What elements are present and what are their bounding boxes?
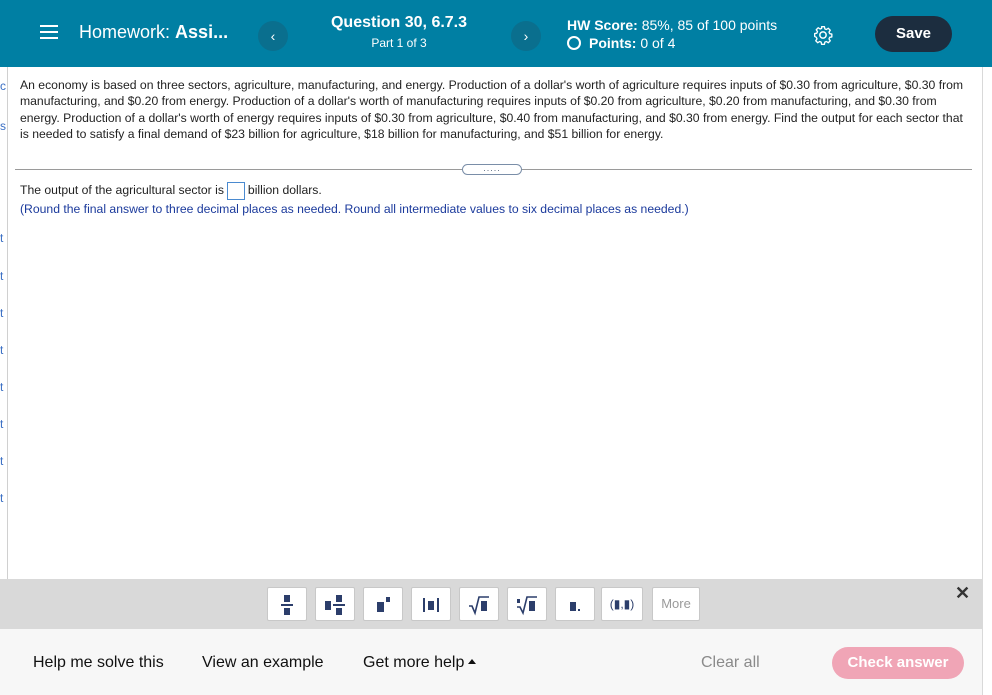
points-circle-icon: [567, 36, 581, 50]
mixed-number-tool-button[interactable]: [315, 587, 355, 621]
right-scrollbar[interactable]: [982, 67, 992, 695]
chevron-right-icon: ›: [523, 28, 529, 44]
background-text-fragment: c: [0, 80, 6, 92]
absolute-value-icon: [423, 597, 439, 612]
homework-title[interactable]: Homework: Assi...: [79, 22, 228, 43]
next-question-button[interactable]: ›: [511, 21, 541, 51]
answer-line: The output of the agricultural sector is…: [20, 182, 322, 200]
get-more-help-button[interactable]: Get more help: [363, 654, 477, 672]
previous-question-button[interactable]: ‹: [258, 21, 288, 51]
background-link-fragment[interactable]: t: [0, 344, 8, 356]
question-text: An economy is based on three sectors, ag…: [20, 78, 964, 141]
hw-score-value: 85%, 85 of 100 points: [641, 17, 778, 33]
points-label: Points:: [589, 35, 637, 51]
background-link-fragment[interactable]: t: [0, 492, 8, 504]
close-toolbar-icon[interactable]: ✕: [955, 583, 970, 604]
square-root-tool-button[interactable]: [459, 587, 499, 621]
save-button[interactable]: Save: [875, 16, 952, 52]
homework-prefix: Homework:: [79, 22, 171, 42]
more-tools-button[interactable]: More: [652, 587, 700, 621]
exponent-icon: [377, 596, 390, 612]
answer-prefix: The output of the agricultural sector is: [20, 183, 224, 198]
hw-score-label: HW Score:: [567, 17, 638, 33]
mixed-number-icon: [325, 594, 345, 615]
background-link-fragment[interactable]: t: [0, 418, 8, 430]
question-points: Points: 0 of 4: [567, 35, 675, 51]
chevron-left-icon: ‹: [270, 28, 276, 44]
clear-all-button[interactable]: Clear all: [701, 654, 760, 672]
nth-root-tool-button[interactable]: [507, 587, 547, 621]
exponent-tool-button[interactable]: [363, 587, 403, 621]
question-title: Question 30, 6.7.3: [330, 14, 468, 31]
expand-question-button[interactable]: .....: [462, 164, 522, 175]
caret-up-icon: [468, 659, 477, 664]
agriculture-output-input[interactable]: [226, 182, 245, 200]
background-link-fragment[interactable]: t: [0, 232, 8, 244]
hw-score: HW Score: 85%, 85 of 100 points: [567, 17, 777, 33]
fraction-tool-button[interactable]: [267, 587, 307, 621]
background-link-fragment[interactable]: t: [0, 270, 8, 282]
background-link-fragment[interactable]: t: [0, 455, 8, 467]
answer-suffix: billion dollars.: [247, 183, 322, 198]
absolute-value-tool-button[interactable]: [411, 587, 451, 621]
top-header: Homework: Assi... ‹ Question 30, 6.7.3 P…: [0, 0, 992, 67]
nth-root-icon: [517, 596, 537, 616]
background-text-fragment: s: [0, 120, 6, 132]
check-answer-button[interactable]: Check answer: [832, 647, 964, 679]
square-root-icon: [469, 596, 489, 616]
decimal-icon: [570, 601, 580, 611]
points-value: 0 of 4: [640, 35, 676, 51]
ordered-pair-icon: (▮,▮): [609, 597, 635, 611]
background-link-fragment[interactable]: t: [0, 307, 8, 319]
rounding-instructions: (Round the final answer to three decimal…: [20, 202, 689, 216]
settings-gear-icon[interactable]: [813, 25, 833, 45]
math-toolbar: (▮,▮) More: [0, 579, 982, 629]
hamburger-menu-icon[interactable]: [40, 24, 58, 40]
view-example-button[interactable]: View an example: [202, 654, 324, 672]
decimal-tool-button[interactable]: [555, 587, 595, 621]
ordered-pair-tool-button[interactable]: (▮,▮): [601, 587, 643, 621]
fraction-icon: [281, 594, 293, 615]
get-more-help-label: Get more help: [363, 654, 465, 671]
help-me-solve-button[interactable]: Help me solve this: [33, 654, 164, 672]
question-part: Part 1 of 3: [371, 36, 427, 50]
background-link-fragment[interactable]: t: [0, 381, 8, 393]
homework-name: Assi...: [175, 22, 229, 42]
